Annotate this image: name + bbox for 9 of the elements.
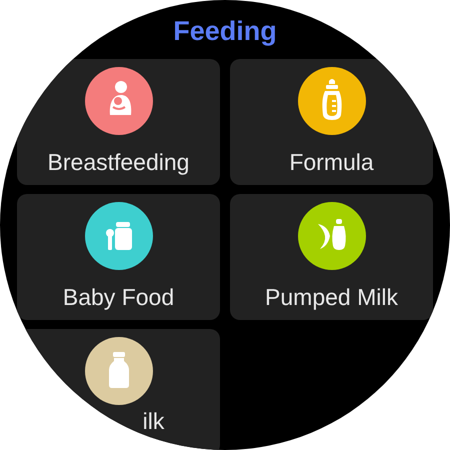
tile-label: Pumped Milk (265, 284, 398, 310)
tile-label: Baby Food (62, 284, 174, 310)
feeding-tile[interactable]: Pumped Milk (230, 194, 433, 320)
tile-label: Formula (289, 149, 374, 175)
feeding-tile[interactable]: Breastfeeding (17, 59, 220, 185)
tile-label: ilk (142, 408, 164, 434)
feeding-tile[interactable]: Baby Food (17, 194, 220, 320)
feeding-tile[interactable]: Formula (230, 59, 433, 185)
tile-label: Breastfeeding (48, 149, 190, 175)
